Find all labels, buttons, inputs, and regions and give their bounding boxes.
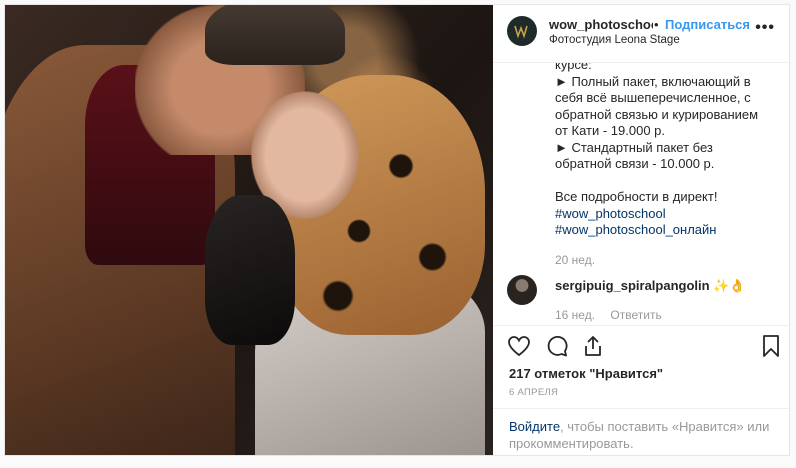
likes-count[interactable]: 217 отметок "Нравится" [509,366,663,381]
action-bar [493,325,789,365]
caption-time[interactable]: 20 нед. [555,253,595,267]
post-date: 6 АПРЕЛЯ [509,387,559,398]
caption-line: обратной связи - 10.000 р. [555,156,715,171]
location-link[interactable]: Фотостудия Leona Stage [549,34,680,46]
follow-button[interactable]: Подписаться [665,17,750,32]
comment-meta: 16 нед. Ответить [555,308,674,322]
share-icon[interactable] [581,334,605,358]
heart-icon[interactable] [507,334,531,358]
caption-line: себя всё вышеперечисленное, с [555,90,751,105]
comment-icon[interactable] [545,334,569,358]
caption-line: обратной связью и курированием [555,106,759,122]
post-caption: курсе: ► Полный пакет, включающий в себя… [555,63,777,239]
comment-emoji: ✨👌 [713,278,746,293]
commenter-avatar[interactable] [507,275,537,305]
more-options-icon[interactable]: ••• [755,19,775,37]
login-link[interactable]: Войдите [509,419,560,434]
bookmark-icon[interactable] [759,334,783,358]
separator-dot: • [654,17,659,32]
comment-time[interactable]: 16 нед. [555,308,595,322]
logo-icon [514,25,528,39]
post-header: wow_photoschool • Подписаться Фотостудия… [493,5,789,63]
login-prompt: Войдите, чтобы поставить «Нравится» или … [493,408,789,455]
reply-button[interactable]: Ответить [610,308,661,322]
commenter-username[interactable]: sergipuig_spiralpangolin [555,278,710,293]
caption-line: курсе: [555,63,592,72]
comments-area[interactable]: курсе: ► Полный пакет, включающий в себя… [493,63,789,325]
post-sidebar: wow_photoschool • Подписаться Фотостудия… [493,5,789,455]
caption-line: от Кати - 19.000 р. [555,123,666,138]
post-photo[interactable] [5,5,493,455]
caption-line: Все подробности в директ! [555,189,718,204]
hashtag-link[interactable]: #wow_photoschool [555,206,777,223]
post-card: wow_photoschool • Подписаться Фотостудия… [4,4,790,456]
comment-text: sergipuig_spiralpangolin ✨👌 [555,278,746,294]
caption-line: ► Стандартный пакет без [555,139,713,155]
username-link[interactable]: wow_photoschool [549,17,653,32]
hashtag-link[interactable]: #wow_photoschool_онлайн [555,222,777,239]
profile-avatar[interactable] [507,16,537,46]
caption-line: ► Полный пакет, включающий в [555,73,751,89]
